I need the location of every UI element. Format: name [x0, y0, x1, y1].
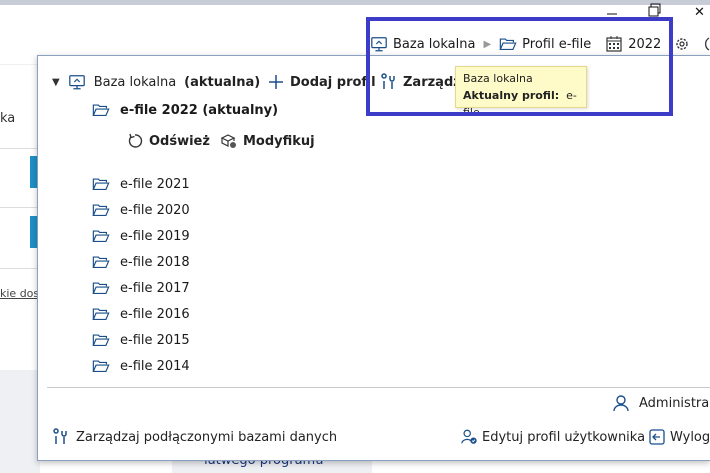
database-row[interactable]: ▼ Baza lokalna (aktualna): [52, 73, 260, 91]
breadcrumb-arrow-icon: ▶: [483, 38, 492, 50]
edit-profile-button[interactable]: Edytuj profil użytkownika: [460, 428, 645, 446]
profile-label: e-file 2020: [120, 202, 190, 218]
database-status: (aktualna): [184, 74, 261, 90]
help-button[interactable]: [697, 35, 710, 53]
manage-databases-label: Zarządzaj podłączonymi bazami danych: [76, 429, 338, 445]
user-account[interactable]: Administra: [612, 394, 709, 412]
profile-label: e-file 2017: [120, 280, 190, 296]
profile-label: e-file 2016: [120, 306, 190, 322]
profile-list-item[interactable]: e-file 2020: [92, 201, 190, 219]
profile-list-item[interactable]: e-file 2014: [92, 357, 190, 375]
add-profile-button[interactable]: Dodaj profil: [267, 73, 376, 91]
current-profile-item[interactable]: e-file 2022 (aktualny): [92, 101, 278, 119]
maximize-button[interactable]: [648, 3, 662, 21]
profile-label: e-file 2019: [120, 228, 190, 244]
profile-list-item[interactable]: e-file 2019: [92, 227, 190, 245]
folder-open-icon: [92, 201, 110, 219]
profile-label: Profil e-file: [522, 36, 592, 52]
profile-label: e-file 2014: [120, 358, 190, 374]
collapse-triangle-icon[interactable]: ▼: [52, 77, 60, 88]
year-selector[interactable]: 2022: [605, 35, 661, 53]
edit-profile-label: Edytuj profil użytkownika: [482, 429, 646, 445]
monitor-icon: [68, 73, 86, 91]
folder-open-icon: [92, 227, 110, 245]
help-icon: [697, 35, 710, 53]
profile-list-item[interactable]: e-file 2017: [92, 279, 190, 297]
tools-icon: [52, 428, 70, 446]
context-toolbar: Baza lokalna ▶ Profil e-file 2022: [370, 30, 710, 58]
profile-dropdown-panel: ▼ Baza lokalna (aktualna) Dodaj profil Z…: [37, 55, 710, 461]
modify-icon: [220, 132, 238, 150]
profile-label: e-file 2015: [120, 332, 190, 348]
minimize-button[interactable]: [606, 4, 618, 20]
refresh-label: Odśwież: [149, 133, 210, 149]
folder-open-icon: [92, 357, 110, 375]
add-profile-label: Dodaj profil: [290, 74, 376, 90]
user-edit-icon: [460, 428, 478, 446]
profile-list-item[interactable]: e-file 2016: [92, 305, 190, 323]
close-button[interactable]: ✕: [694, 5, 705, 20]
folder-open-icon: [92, 305, 110, 323]
panel-separator: [47, 387, 710, 388]
background-divider: [0, 148, 37, 149]
gear-icon: [673, 35, 691, 53]
calendar-icon: [605, 35, 623, 53]
profile-list-item[interactable]: e-file 2018: [92, 253, 190, 271]
monitor-icon: [370, 35, 388, 53]
year-label: 2022: [628, 36, 662, 52]
folder-open-icon: [92, 253, 110, 271]
folder-open-icon: [92, 175, 110, 193]
database-label: Baza lokalna: [393, 36, 476, 52]
tooltip-label: Aktualny profil:: [463, 89, 560, 102]
background-link[interactable]: kie dos: [0, 287, 39, 300]
folder-open-icon: [92, 101, 110, 119]
user-name: Administra: [639, 395, 710, 411]
tooltip-line1: Baza lokalna: [463, 72, 533, 85]
tooltip-line2: Aktualny profil: e-file: [463, 87, 579, 121]
profile-selector[interactable]: Profil e-file: [499, 35, 591, 53]
close-icon: ✕: [694, 5, 705, 20]
logout-icon: [648, 428, 666, 446]
minimize-icon: [607, 13, 617, 15]
window-top-strip: [0, 0, 710, 5]
refresh-icon: [126, 132, 144, 150]
profile-label: e-file 2021: [120, 176, 190, 192]
modify-button[interactable]: Modyfikuj: [220, 132, 315, 150]
modify-label: Modyfikuj: [243, 133, 315, 149]
profile-label: e-file 2018: [120, 254, 190, 270]
database-selector[interactable]: Baza lokalna: [370, 35, 475, 53]
database-tooltip: Baza lokalna Aktualny profil: e-file: [455, 66, 587, 119]
refresh-button[interactable]: Odśwież: [126, 132, 210, 150]
background-divider: [0, 268, 37, 269]
manage-databases-button[interactable]: Zarządzaj podłączonymi bazami danych: [52, 428, 337, 446]
tools-icon: [380, 73, 398, 91]
folder-open-icon: [92, 331, 110, 349]
profile-list-item[interactable]: e-file 2021: [92, 175, 190, 193]
background-text: ka: [0, 111, 16, 126]
plus-icon: [267, 73, 285, 91]
database-name: Baza lokalna: [93, 74, 177, 90]
settings-button[interactable]: [673, 35, 691, 53]
background-bottom-text: łatwego programu: [172, 460, 372, 473]
folder-open-icon: [92, 279, 110, 297]
current-profile-label: e-file 2022 (aktualny): [120, 102, 279, 118]
background-divider: [0, 207, 37, 208]
logout-label: Wylog: [670, 429, 710, 445]
logout-button[interactable]: Wylog: [648, 428, 710, 446]
folder-open-icon: [499, 35, 517, 53]
restore-icon: [648, 3, 661, 17]
profile-list-item[interactable]: e-file 2015: [92, 331, 190, 349]
user-icon: [612, 394, 630, 412]
